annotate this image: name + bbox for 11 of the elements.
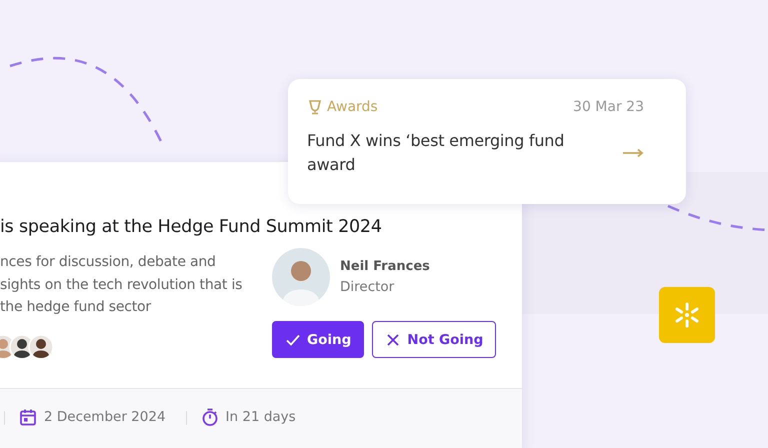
award-date: 30 Mar 23 bbox=[573, 99, 644, 115]
event-description: nces for discussion, debate and sights on the tech revolution that is the hedge fund sector bbox=[0, 253, 242, 317]
speaker-name: Neil Frances bbox=[340, 259, 430, 274]
event-date: 2 December 2024 bbox=[44, 409, 166, 425]
event-title: is speaking at the Hedge Fund Summit 2024 bbox=[0, 217, 383, 237]
award-headline: Fund X wins ‘best emerging fund award bbox=[307, 130, 566, 176]
award-category: Awards bbox=[327, 99, 378, 115]
countdown-text: In 21 days bbox=[226, 409, 296, 425]
rsvp-button[interactable]: Going bbox=[272, 321, 364, 358]
speaker-role: Director bbox=[340, 279, 396, 295]
rsvp-button[interactable]: Not Going bbox=[372, 321, 496, 358]
